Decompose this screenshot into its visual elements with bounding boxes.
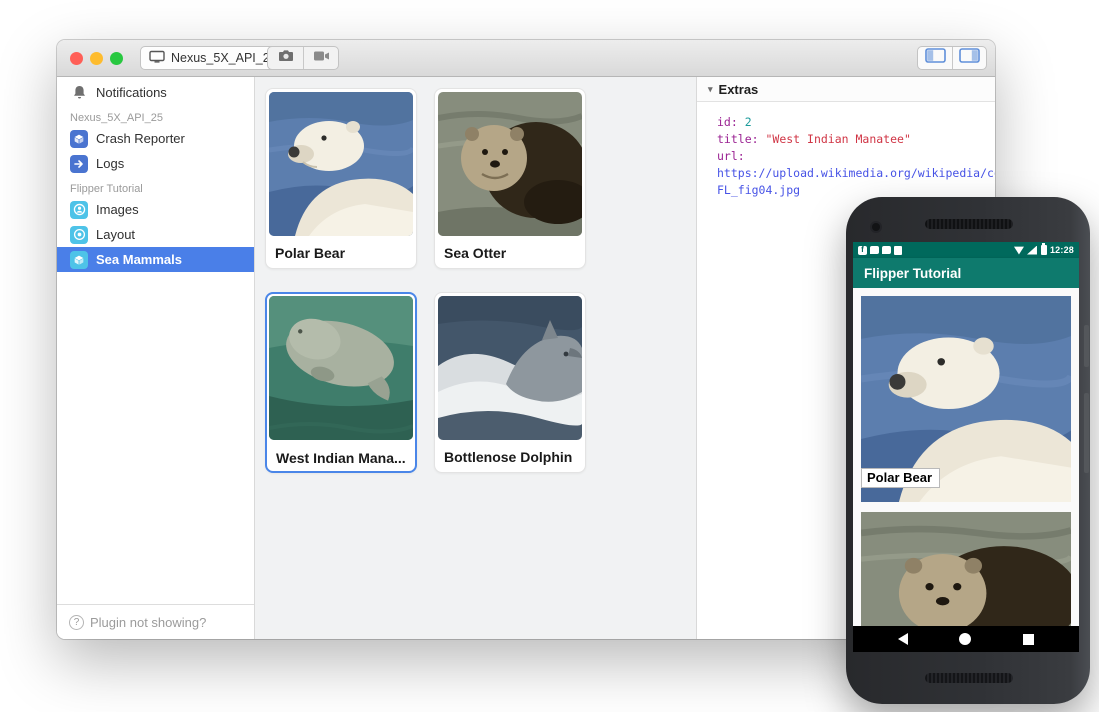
- card-bottlenose-dolphin[interactable]: Bottlenose Dolphin: [434, 292, 586, 473]
- cube-icon: [70, 130, 88, 148]
- code-key: url:: [717, 149, 745, 163]
- arrow-right-icon: [70, 155, 88, 173]
- plugin-help-link[interactable]: ? Plugin not showing?: [57, 604, 254, 639]
- extras-panel-title: Extras: [719, 82, 759, 97]
- phone-app-content: Polar Bear: [853, 288, 1079, 626]
- facebook-notification-icon: f: [858, 246, 867, 255]
- phone-volume-button: [1084, 393, 1089, 473]
- plugin-help-label: Plugin not showing?: [90, 615, 206, 630]
- screen-record-button[interactable]: [303, 47, 338, 69]
- device-selector-label: Nexus_5X_API_25: [171, 51, 277, 65]
- android-phone-mockup: f 12:28 Flipper Tutorial: [846, 197, 1090, 704]
- phone-sea-otter-image: [861, 512, 1071, 626]
- left-panel-icon: [925, 48, 946, 68]
- sidebar-item-layout[interactable]: Layout: [57, 222, 254, 247]
- sidebar-section-app: Flipper Tutorial: [57, 176, 254, 197]
- sidebar-item-crash-reporter[interactable]: Crash Reporter: [57, 126, 254, 151]
- window-toolbar: Nexus_5X_API_25: [57, 40, 995, 77]
- panel-toggle-group: [917, 46, 987, 70]
- card-title: Bottlenose Dolphin: [435, 443, 585, 465]
- status-bar-clock: 12:28: [1050, 245, 1074, 255]
- code-line-url-value: https://upload.wikimedia.org/wikipedia/c…: [717, 165, 995, 182]
- card-title: Polar Bear: [266, 239, 416, 261]
- camera-icon: [278, 49, 294, 67]
- sea-mammals-card-grid: Polar Bear: [255, 77, 696, 639]
- app-bar-title: Flipper Tutorial: [864, 266, 961, 281]
- question-mark-icon: ?: [69, 615, 84, 630]
- manatee-image: [269, 296, 413, 440]
- sidebar-item-logs[interactable]: Logs: [57, 151, 254, 176]
- card-sea-otter[interactable]: Sea Otter: [434, 88, 586, 269]
- code-number-value: 2: [745, 115, 752, 129]
- minimize-window-button[interactable]: [90, 52, 103, 65]
- bell-icon: [70, 84, 88, 102]
- sidebar-item-notifications[interactable]: Notifications: [57, 80, 254, 105]
- code-line-id: id: 2: [717, 114, 995, 131]
- phone-earpiece-speaker: [925, 219, 1013, 229]
- target-icon: [70, 226, 88, 244]
- phone-bottom-speaker: [925, 673, 1013, 683]
- phone-image-label: Polar Bear: [861, 468, 940, 488]
- sidebar-item-images[interactable]: Images: [57, 197, 254, 222]
- person-circle-icon: [70, 201, 88, 219]
- card-title: Sea Otter: [435, 239, 585, 261]
- cell-signal-icon: [1027, 246, 1037, 255]
- phone-front-camera: [872, 223, 880, 231]
- card-polar-bear[interactable]: Polar Bear: [265, 88, 417, 269]
- app-bar: Flipper Tutorial: [853, 258, 1079, 288]
- polar-bear-image: [269, 92, 413, 236]
- nav-back-icon: [898, 633, 908, 645]
- phone-screen: f 12:28 Flipper Tutorial: [853, 242, 1079, 652]
- code-key: id:: [717, 115, 738, 129]
- extras-panel-header[interactable]: ▾ Extras: [697, 77, 995, 102]
- capture-button-group: [267, 46, 339, 70]
- sea-otter-image: [438, 92, 582, 236]
- toggle-left-panel-button[interactable]: [918, 47, 952, 69]
- zoom-window-button[interactable]: [110, 52, 123, 65]
- screenshot-button[interactable]: [268, 47, 303, 69]
- nav-recents-icon: [1023, 634, 1034, 645]
- phone-power-button: [1084, 325, 1089, 367]
- android-status-bar: f 12:28: [853, 242, 1079, 258]
- card-west-indian-manatee[interactable]: West Indian Mana...: [265, 292, 417, 473]
- sidebar-section-device: Nexus_5X_API_25: [57, 105, 254, 126]
- monitor-icon: [149, 50, 165, 67]
- wifi-icon: [1014, 246, 1024, 255]
- dolphin-image: [438, 296, 582, 440]
- card-title: West Indian Mana...: [267, 444, 415, 466]
- chat-notification-icon: [882, 246, 891, 254]
- right-panel-icon: [959, 48, 980, 68]
- code-key: title:: [717, 132, 759, 146]
- chat-notification-icon: [870, 246, 879, 254]
- device-selector[interactable]: Nexus_5X_API_25: [140, 46, 288, 70]
- sidebar-item-label: Images: [96, 202, 139, 217]
- extras-code-block: id: 2 title: "West Indian Manatee" url: …: [697, 102, 995, 199]
- phone-polar-bear-image: Polar Bear: [861, 296, 1071, 502]
- sidebar-item-label: Logs: [96, 156, 124, 171]
- toggle-right-panel-button[interactable]: [952, 47, 986, 69]
- code-line-url-key: url:: [717, 148, 995, 165]
- code-line-title: title: "West Indian Manatee": [717, 131, 995, 148]
- close-window-button[interactable]: [70, 52, 83, 65]
- battery-icon: [1041, 245, 1047, 255]
- android-nav-bar: [853, 626, 1079, 652]
- cube-icon: [70, 251, 88, 269]
- sidebar-item-label: Crash Reporter: [96, 131, 185, 146]
- plugin-sidebar: Notifications Nexus_5X_API_25 Crash Repo…: [57, 77, 255, 639]
- sidebar-item-sea-mammals[interactable]: Sea Mammals: [57, 247, 254, 272]
- sidebar-item-label: Sea Mammals: [96, 252, 182, 267]
- sidebar-item-label: Notifications: [96, 85, 167, 100]
- app-notification-icon: [894, 246, 902, 255]
- video-camera-icon: [313, 49, 330, 67]
- chevron-down-icon: ▾: [708, 84, 713, 95]
- nav-home-icon: [959, 633, 971, 645]
- code-string-value: "West Indian Manatee": [765, 132, 910, 146]
- sidebar-item-label: Layout: [96, 227, 135, 242]
